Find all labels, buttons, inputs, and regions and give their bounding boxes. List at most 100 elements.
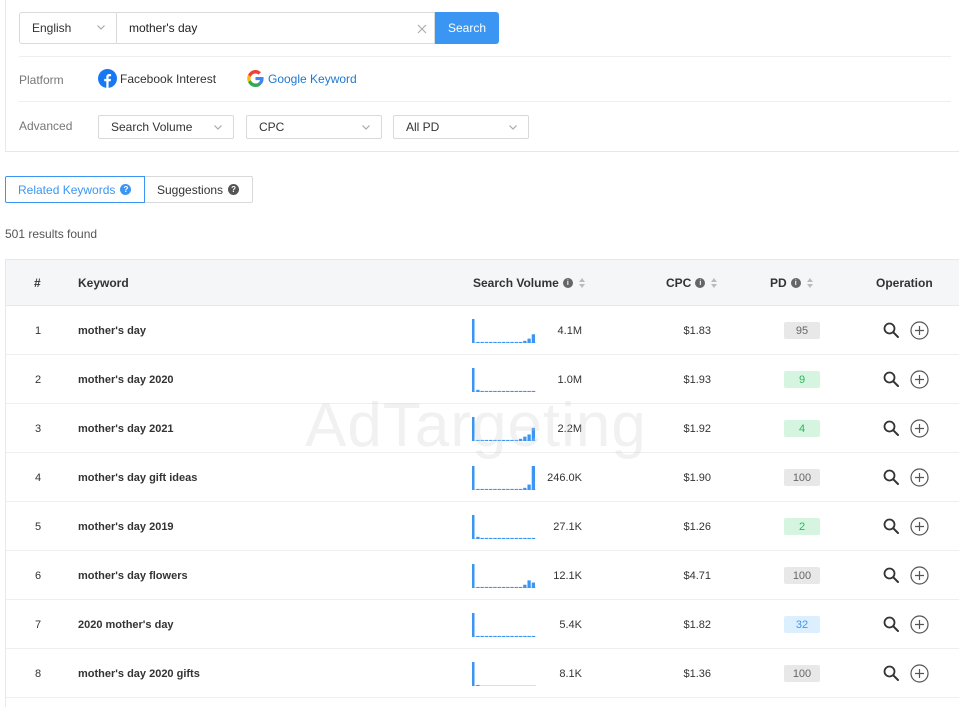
sparkline-bar (514, 537, 518, 539)
platform-google-keyword[interactable]: Google Keyword (246, 69, 357, 88)
table-body: 1 mother's day 4.1M $1.83 95 2 mother's day 20… (6, 306, 959, 698)
sparkline-bar (501, 586, 506, 588)
pd-filter[interactable]: All PD (393, 115, 529, 139)
chevron-down-icon (361, 122, 371, 132)
col-cpc[interactable]: CPC i (666, 260, 718, 306)
add-circle-icon[interactable] (910, 615, 929, 634)
sparkline-bar (493, 488, 497, 490)
search-icon[interactable] (882, 468, 901, 487)
sparkline-bar (472, 319, 475, 343)
add-circle-icon[interactable] (910, 566, 929, 585)
search-icon[interactable] (882, 517, 901, 536)
add-circle-icon[interactable] (910, 468, 929, 487)
sparkline-bar (476, 341, 480, 343)
tab-related-keywords[interactable]: Related Keywords ? (5, 176, 145, 203)
col-cpc-label: CPC (666, 276, 692, 290)
sparkline-bar (501, 635, 506, 637)
search-icon[interactable] (882, 419, 901, 438)
search-trend-sparkline (472, 662, 536, 686)
close-icon[interactable] (416, 23, 428, 35)
sparkline-bar (531, 537, 535, 539)
sort-icon[interactable] (806, 277, 814, 289)
keyword-search-input[interactable]: mother's day (117, 12, 435, 44)
col-search-volume-label: Search Volume (473, 276, 559, 290)
add-circle-icon[interactable] (910, 664, 929, 683)
sparkline-bar (497, 537, 501, 539)
sparkline-bar (497, 341, 501, 343)
search-icon[interactable] (882, 664, 901, 683)
sparkline-bar (531, 466, 535, 490)
info-icon: i (695, 278, 706, 288)
sparkline-bar (493, 439, 497, 441)
sparkline-bar (497, 390, 501, 392)
cpc-cell: $1.93 (683, 373, 711, 386)
sparkline-bar (476, 684, 480, 686)
sparkline-bar (476, 439, 480, 441)
table-row: 3 mother's day 2021 2.2M $1.92 4 (6, 404, 959, 453)
sparkline-bar (484, 488, 489, 490)
sparkline-bar (497, 635, 501, 637)
table-row: 2 mother's day 2020 1.0M $1.93 9 (6, 355, 959, 404)
search-icon[interactable] (882, 321, 901, 340)
search-icon[interactable] (882, 615, 901, 634)
sparkline-bar (484, 537, 489, 539)
col-search-volume[interactable]: Search Volume i (473, 260, 586, 306)
sparkline-bar (493, 390, 497, 392)
tab-suggestions[interactable]: Suggestions ? (145, 176, 253, 203)
search-button[interactable]: Search (435, 12, 499, 44)
search-query-text: mother's day (129, 21, 198, 35)
advanced-label: Advanced (19, 119, 73, 133)
cpc-filter[interactable]: CPC (246, 115, 382, 139)
sparkline-bar (518, 635, 523, 637)
sparkline-bar (472, 613, 475, 637)
sparkline-bar (506, 586, 510, 588)
sparkline-bar (518, 537, 523, 539)
sparkline-bar (527, 390, 531, 392)
add-circle-icon[interactable] (910, 370, 929, 389)
sparkline-bar (501, 390, 506, 392)
pd-badge: 95 (784, 322, 820, 339)
sparkline-bar (476, 536, 480, 539)
sort-icon[interactable] (578, 277, 586, 289)
sparkline-bar (510, 586, 514, 588)
sparkline-bar (506, 635, 510, 637)
sparkline-bar (472, 466, 475, 490)
col-pd[interactable]: PD i (770, 260, 814, 306)
sparkline-bar (493, 586, 497, 588)
sparkline-bar (484, 341, 489, 343)
sparkline-bar (523, 635, 527, 637)
add-circle-icon[interactable] (910, 419, 929, 438)
platform-facebook-interest[interactable]: Facebook Interest (98, 69, 216, 88)
info-icon: i (562, 278, 573, 288)
chevron-down-icon (213, 122, 223, 132)
search-volume-filter[interactable]: Search Volume (98, 115, 234, 139)
col-operation: Operation (876, 276, 933, 290)
col-num: # (34, 276, 41, 290)
pd-badge: 100 (784, 469, 820, 486)
col-pd-label: PD (770, 276, 787, 290)
search-icon[interactable] (882, 566, 901, 585)
language-select-value: English (32, 21, 72, 35)
sparkline-bar (531, 582, 535, 588)
sparkline-bar (476, 488, 480, 490)
sparkline-bar (489, 439, 493, 441)
sparkline-bar (493, 537, 497, 539)
sparkline-bar (484, 390, 489, 392)
sparkline-bar (531, 334, 535, 343)
sparkline-bar (510, 341, 514, 343)
sparkline-bar (501, 439, 506, 441)
table-row: 6 mother's day flowers 12.1K $4.71 100 (6, 551, 959, 600)
divider (19, 56, 951, 57)
search-icon[interactable] (882, 370, 901, 389)
sparkline-bar (501, 488, 506, 490)
language-select[interactable]: English (19, 12, 117, 44)
sparkline-bar (523, 487, 527, 490)
sparkline-bar (476, 635, 480, 637)
add-circle-icon[interactable] (910, 321, 929, 340)
sort-icon[interactable] (710, 277, 718, 289)
pd-badge: 9 (784, 371, 820, 388)
search-trend-sparkline (472, 613, 536, 637)
results-count: 501 results found (5, 227, 98, 241)
sparkline-bar (489, 341, 493, 343)
add-circle-icon[interactable] (910, 517, 929, 536)
